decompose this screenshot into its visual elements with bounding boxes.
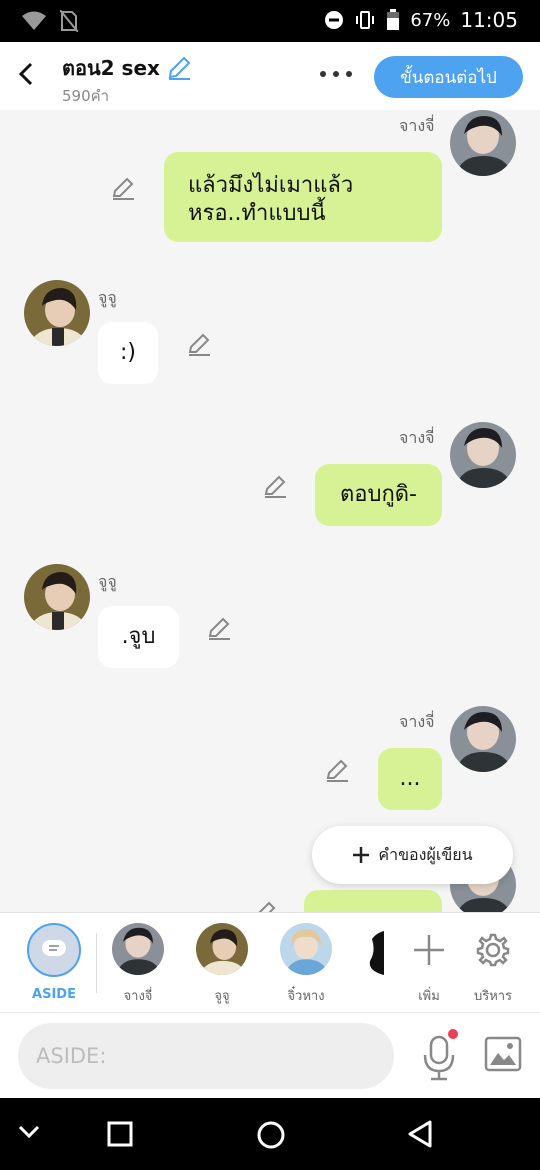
edit-message-icon[interactable] — [110, 176, 136, 202]
divider — [96, 933, 97, 993]
episode-title-text: ตอน2 sex — [62, 56, 160, 80]
avatar[interactable] — [366, 931, 384, 975]
vibrate-icon — [356, 11, 375, 29]
nav-collapse-chevron-icon[interactable] — [18, 1124, 40, 1144]
message-text-line: ... — [399, 766, 421, 791]
plus-icon — [353, 847, 370, 863]
edit-message-icon[interactable] — [186, 332, 212, 358]
author-note-label: คำของผู้เขียน — [378, 844, 473, 864]
sender-name: จางจี่ — [399, 712, 435, 731]
no-sim-icon — [60, 10, 78, 32]
avatar — [280, 923, 332, 975]
message-bubble[interactable]: .จูบ — [98, 606, 179, 668]
character-label: ASIDE — [32, 987, 76, 1002]
message-bubble[interactable]: :) — [98, 322, 158, 384]
message-text-line: ตอบกูดิ- — [339, 482, 417, 507]
status-bar: 67% 11:05 — [0, 0, 540, 42]
message-bubble[interactable]: แล้วมึงไม่เมาแล้ว หรอ..ทำแบบนี้ — [164, 152, 442, 242]
sender-name: จูจู — [98, 572, 117, 591]
message-text-line: หรอ..ทำแบบนี้ — [188, 201, 326, 226]
aside-avatar — [27, 923, 81, 977]
avatar[interactable] — [24, 280, 90, 346]
more-options-icon[interactable] — [316, 62, 356, 86]
add-character-button[interactable]: เพิ่ม — [394, 923, 464, 1006]
nav-home-circle-icon[interactable] — [256, 1120, 286, 1154]
character-label: จางจี่ — [123, 989, 153, 1004]
do-not-disturb-icon — [325, 11, 344, 29]
character-aside[interactable]: ASIDE — [19, 923, 89, 1002]
edit-message-icon[interactable] — [262, 474, 288, 500]
top-bar: ตอน2 sex 590คำ ขั้นตอนต่อไป — [0, 42, 540, 110]
message-input[interactable] — [18, 1023, 394, 1089]
speech-bubble-icon — [42, 940, 66, 956]
chat-area[interactable]: จางจี่ แล้วมึงไม่เมาแล้ว หรอ..ทำแบบนี้ จ… — [0, 110, 540, 912]
battery-icon — [387, 9, 400, 30]
edit-title-pencil-icon[interactable] — [166, 55, 192, 81]
character-item[interactable]: จิ๋วหาง — [271, 923, 341, 1006]
author-note-button[interactable]: คำของผู้เขียน — [312, 826, 513, 884]
system-nav-bar — [0, 1098, 540, 1170]
plus-icon — [414, 935, 444, 965]
character-item[interactable]: จางจี่ — [103, 923, 173, 1006]
character-label: จิ๋วหาง — [287, 989, 325, 1004]
battery-percent: 67% — [410, 9, 451, 31]
back-button[interactable] — [12, 56, 40, 92]
message-bubble[interactable]: ... — [378, 748, 442, 810]
gear-icon — [476, 933, 510, 967]
manage-characters-button[interactable]: บริหาร — [458, 923, 528, 1006]
input-bar — [0, 1012, 540, 1098]
episode-title[interactable]: ตอน2 sex — [62, 52, 192, 84]
back-arrow-icon — [18, 62, 33, 86]
add-label: เพิ่ม — [418, 989, 440, 1004]
avatar[interactable] — [450, 706, 516, 772]
message-bubble[interactable]: ตอบกูดิ- — [315, 464, 442, 526]
character-bar: ASIDE จางจี่ จูจู จิ๋วหาง เพิ่ม บริหาร — [0, 912, 540, 1012]
nav-recents-square-icon[interactable] — [107, 1121, 133, 1151]
manage-label: บริหาร — [473, 989, 513, 1004]
word-count: 590คำ — [62, 87, 110, 105]
character-item[interactable]: จูจู — [187, 923, 257, 1006]
clock: 11:05 — [460, 8, 518, 32]
wifi-icon — [22, 11, 46, 30]
sender-name: จางจี่ — [399, 116, 435, 135]
character-label: จูจู — [214, 989, 230, 1004]
notification-dot — [448, 1029, 458, 1039]
message-text-line: :) — [120, 340, 136, 365]
image-icon[interactable] — [484, 1035, 522, 1073]
sender-name: จางจี่ — [399, 428, 435, 447]
sender-name: จูจู — [98, 288, 117, 307]
avatar — [196, 923, 248, 975]
avatar[interactable] — [450, 110, 516, 176]
message-bubble[interactable] — [304, 890, 442, 912]
next-step-button[interactable]: ขั้นตอนต่อไป — [374, 56, 523, 98]
edit-message-icon[interactable] — [324, 758, 350, 784]
edit-message-icon[interactable] — [206, 616, 232, 642]
microphone-icon[interactable] — [418, 1033, 462, 1081]
avatar[interactable] — [450, 422, 516, 488]
nav-back-triangle-icon[interactable] — [407, 1119, 433, 1153]
message-text-line: .จูบ — [121, 624, 156, 649]
message-text-line: แล้วมึงไม่เมาแล้ว — [188, 173, 354, 198]
avatar — [112, 923, 164, 975]
avatar[interactable] — [24, 564, 90, 630]
edit-message-icon[interactable] — [252, 900, 278, 912]
